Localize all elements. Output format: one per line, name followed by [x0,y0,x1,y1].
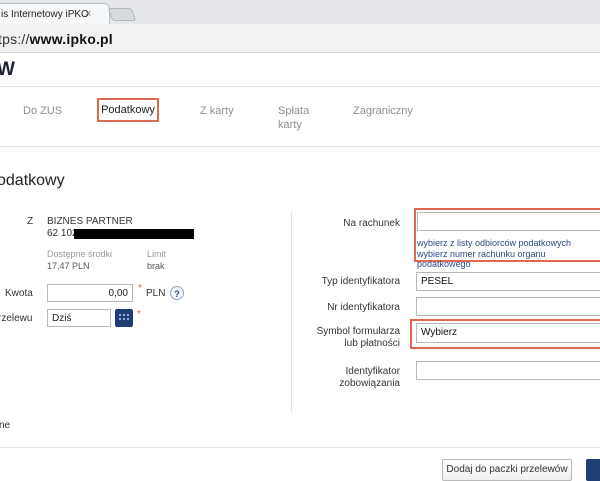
calendar-button[interactable] [115,309,133,327]
choose-recipient-link[interactable]: wybierz z listy odbiorców podatkowych [417,238,571,248]
add-to-batch-button[interactable]: Dodaj do paczki przelewów [442,459,572,481]
recipient-account-label: Na rachunek [343,218,400,229]
new-tab-button[interactable] [107,8,137,21]
tab-z-karty[interactable]: Z karty [200,104,234,118]
liability-id-input[interactable] [416,361,600,380]
id-type-select[interactable]: PESEL [416,272,600,291]
liability-id-label: Identyfikator zobowiązania [290,366,400,390]
limit-label: Limit [147,249,167,259]
tab-splata-line2: karty [278,119,302,131]
form-symbol-label: Symbol formularza lub płatności [290,326,400,350]
choose-tax-account-link[interactable]: wybierz numer rachunku organu podatkoweg… [417,249,600,269]
liability-id-label-line2: zobowiązania [339,378,400,389]
transfer-date-label: rzelewu [0,313,33,324]
from-label: Z [27,216,34,227]
form-symbol-label-line1: Symbol formularza [316,326,400,337]
transfer-date-input[interactable] [47,309,111,327]
tab-splata-line1: Spłata [278,105,310,117]
recipient-account-input[interactable] [417,212,600,231]
header-divider [0,86,600,87]
form-symbol-select[interactable]: Wybierz [416,323,600,343]
url-text[interactable]: tps://www.ipko.pl [0,31,113,47]
tab-do-zus[interactable]: Do ZUS [23,104,62,118]
tabs-divider [0,146,600,147]
form-symbol-label-line2: lub płatności [344,338,400,349]
tab-splata-karty[interactable]: Spłata karty [278,104,309,132]
amount-required-mark: * [138,283,142,294]
limit-value: brak [147,261,165,271]
id-number-label: Nr identyfikatora [327,302,400,313]
actions-divider [0,447,600,448]
tab-zagraniczny[interactable]: Zagraniczny [353,104,413,118]
available-funds-label: Dostępne środki [47,249,113,259]
browser-tab-title: is Internetowy iPKO [1,9,89,20]
help-icon[interactable]: ? [170,286,184,300]
id-number-input[interactable] [416,297,600,316]
primary-action-button[interactable] [586,459,600,481]
footer-text-fragment: ne [0,420,11,431]
liability-id-label-line1: Identyfikator [345,366,400,377]
tab-podatkowy[interactable]: Podatkowy [97,98,159,122]
close-icon[interactable]: × [85,8,91,20]
site-logo: W [0,59,15,80]
browser-tab[interactable]: is Internetowy iPKO × [0,3,110,24]
calendar-icon [119,314,129,322]
currency-label: PLN [146,288,166,299]
page-title: odatkowy [0,172,65,189]
amount-input[interactable] [47,284,133,302]
redacted-account-number [74,229,194,239]
date-required-mark: * [137,309,141,320]
available-funds-value: 17,47 PLN [47,261,90,271]
id-type-label: Typ identyfikatora [321,276,400,287]
account-name: BIZNES PARTNER [47,216,133,227]
amount-label: Kwota [5,288,33,299]
